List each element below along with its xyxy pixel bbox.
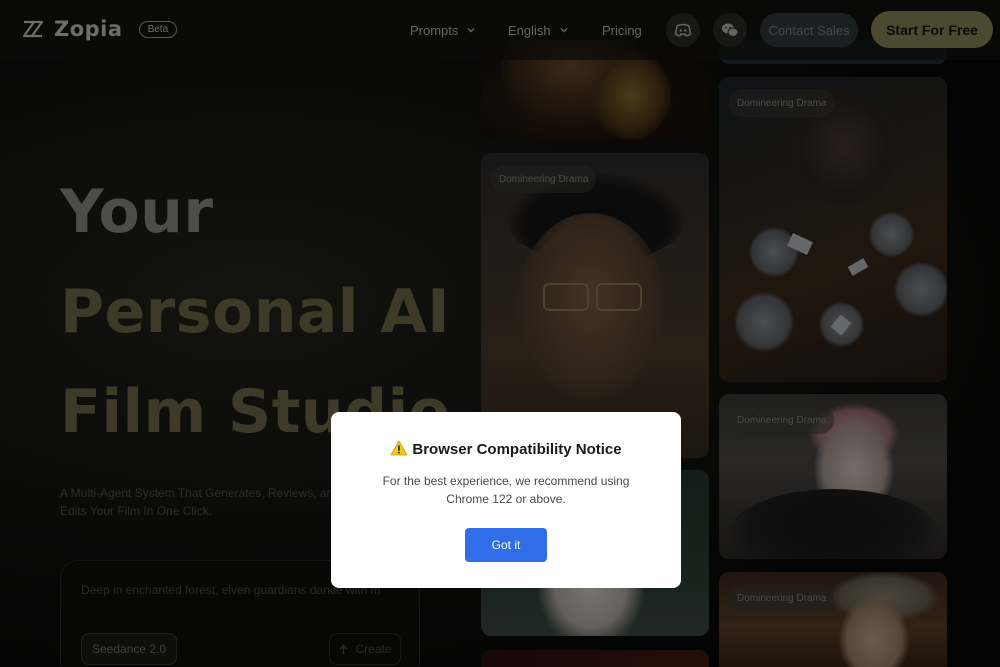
compatibility-modal: Browser Compatibility Notice For the bes… xyxy=(331,412,681,588)
modal-message: For the best experience, we recommend us… xyxy=(382,474,630,506)
warning-icon xyxy=(390,440,408,456)
modal-title-row: Browser Compatibility Notice xyxy=(331,440,681,458)
modal-title: Browser Compatibility Notice xyxy=(412,441,622,458)
got-it-button[interactable]: Got it xyxy=(465,528,547,562)
